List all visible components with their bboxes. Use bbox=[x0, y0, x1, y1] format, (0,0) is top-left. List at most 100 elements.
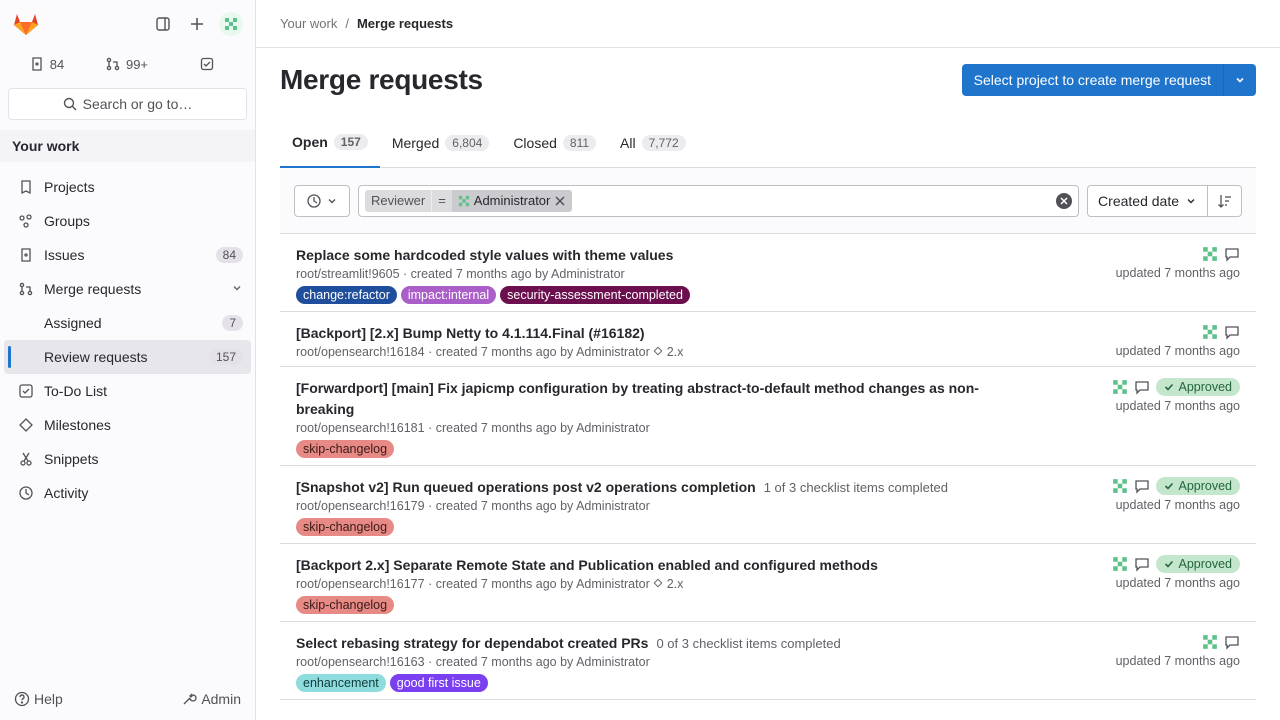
sidebar-item-projects[interactable]: Projects bbox=[4, 170, 251, 204]
recent-searches-button[interactable] bbox=[294, 184, 350, 217]
project-icon bbox=[21, 180, 31, 195]
reviewer-avatar-icon[interactable] bbox=[1112, 556, 1128, 572]
sidebar-item-activity[interactable]: Activity bbox=[4, 476, 251, 510]
updated-time: updated 7 months ago bbox=[1115, 498, 1240, 512]
label-badge[interactable]: security-assessment-completed bbox=[500, 286, 690, 304]
label-badge[interactable]: skip-changelog bbox=[296, 596, 395, 614]
merge-request-author[interactable]: Administrator bbox=[576, 655, 650, 669]
help-button[interactable]: Help bbox=[8, 686, 69, 712]
clear-icon bbox=[1060, 196, 1068, 205]
sidebar-item-review-requests[interactable]: Review requests 157 bbox=[4, 340, 251, 374]
section-title-your-work: Your work bbox=[0, 130, 255, 162]
filter-search-input[interactable]: Reviewer = Administrator bbox=[358, 184, 1080, 217]
sidebar-item-label: Merge requests bbox=[44, 281, 142, 297]
merge-request-ref: root/opensearch!16163 bbox=[296, 655, 425, 669]
admin-button[interactable]: Admin bbox=[175, 686, 247, 712]
merge-request-milestone[interactable]: 2.x bbox=[667, 577, 684, 591]
collapse-sidebar-button[interactable] bbox=[147, 8, 179, 40]
reviewer-avatar-icon[interactable] bbox=[1202, 634, 1218, 650]
sidebar-item-milestones[interactable]: Milestones bbox=[4, 408, 251, 442]
merge-request-title[interactable]: [Backport 2.x] Separate Remote State and… bbox=[296, 555, 878, 576]
chevron-down-icon bbox=[1187, 198, 1195, 203]
merge-request-title[interactable]: Replace some hardcoded style values with… bbox=[296, 245, 673, 266]
milestone-icon bbox=[653, 578, 663, 588]
gitlab-logo[interactable] bbox=[10, 8, 42, 40]
cta-toggle-button[interactable] bbox=[1224, 64, 1256, 96]
merge-request-row: [Snapshot v2] Run queued operations post… bbox=[280, 466, 1256, 544]
merge-requests-count-button[interactable]: 99+ bbox=[88, 49, 166, 79]
breadcrumb-separator: / bbox=[345, 16, 349, 31]
merge-request-created: · created 7 months ago by bbox=[403, 267, 549, 281]
merge-request-title[interactable]: [Forwardport] [main] Fix japicmp configu… bbox=[296, 378, 1036, 420]
sort-dropdown[interactable]: Created date bbox=[1087, 184, 1208, 217]
select-project-button[interactable]: Select project to create merge request bbox=[961, 64, 1224, 96]
comments-icon[interactable] bbox=[1134, 556, 1150, 572]
merge-request-author[interactable]: Administrator bbox=[576, 499, 650, 513]
comments-icon[interactable] bbox=[1134, 379, 1150, 395]
sidebar-item-issues[interactable]: Issues 84 bbox=[4, 238, 251, 272]
sidebar-item-label: Review requests bbox=[44, 349, 148, 365]
sidebar-item-label: To-Do List bbox=[44, 383, 108, 399]
breadcrumb-current[interactable]: Merge requests bbox=[357, 16, 453, 31]
tab-all[interactable]: All 7,772 bbox=[608, 118, 698, 168]
tab-open[interactable]: Open 157 bbox=[280, 118, 380, 168]
sidebar-item-label: Activity bbox=[44, 485, 89, 501]
check-icon bbox=[1165, 482, 1174, 490]
merge-request-ref: root/opensearch!16177 bbox=[296, 577, 425, 591]
label-badge[interactable]: good first issue bbox=[389, 674, 488, 692]
label-badge[interactable]: skip-changelog bbox=[296, 440, 395, 458]
merge-request-title[interactable]: [Backport] [2.x] Bump Netty to 4.1.114.F… bbox=[296, 323, 645, 344]
comments-icon[interactable] bbox=[1224, 324, 1240, 340]
merge-request-ref: root/opensearch!16179 bbox=[296, 499, 425, 513]
tab-count: 811 bbox=[562, 135, 597, 151]
merge-request-author[interactable]: Administrator bbox=[576, 345, 650, 359]
label-list: skip-changelog bbox=[296, 596, 1240, 614]
todos-button[interactable] bbox=[168, 49, 246, 79]
sidebar-item-label: Groups bbox=[44, 213, 90, 229]
approved-label: Approved bbox=[1178, 380, 1232, 394]
label-badge[interactable]: change:refactor bbox=[296, 286, 397, 304]
reviewer-avatar-icon[interactable] bbox=[1202, 246, 1218, 262]
updated-time: updated 7 months ago bbox=[1115, 399, 1240, 413]
merge-request-milestone[interactable]: 2.x bbox=[667, 345, 684, 359]
sidebar-item-todo-list[interactable]: To-Do List bbox=[4, 374, 251, 408]
merge-request-title[interactable]: [Snapshot v2] Run queued operations post… bbox=[296, 477, 756, 498]
sort-direction-button[interactable] bbox=[1208, 184, 1242, 217]
reviewer-avatar-icon[interactable] bbox=[1202, 324, 1218, 340]
tab-label: All bbox=[620, 135, 636, 151]
sidebar-item-snippets[interactable]: Snippets bbox=[4, 442, 251, 476]
comments-icon[interactable] bbox=[1224, 246, 1240, 262]
tab-merged[interactable]: Merged 6,804 bbox=[380, 118, 502, 168]
sidebar-item-merge-requests[interactable]: Merge requests bbox=[4, 272, 251, 306]
merge-request-author[interactable]: Administrator bbox=[551, 267, 625, 281]
label-badge[interactable]: enhancement bbox=[296, 674, 386, 692]
comments-icon[interactable] bbox=[1224, 634, 1240, 650]
clear-filter-button[interactable] bbox=[1056, 192, 1073, 209]
merge-request-created: · created 7 months ago by bbox=[428, 345, 574, 359]
create-new-button[interactable] bbox=[181, 8, 213, 40]
token-value: Administrator bbox=[451, 189, 573, 212]
merge-request-title[interactable]: Select rebasing strategy for dependabot … bbox=[296, 633, 648, 654]
search-button[interactable]: Search or go to… bbox=[8, 88, 247, 120]
assigned-issues-button[interactable]: 84 bbox=[8, 49, 86, 79]
plus-icon bbox=[191, 18, 203, 30]
reviewer-avatar-icon[interactable] bbox=[1112, 478, 1128, 494]
snippet-icon bbox=[20, 452, 32, 466]
merge-request-meta: root/opensearch!16181 · created 7 months… bbox=[296, 421, 1240, 435]
sidebar-item-assigned[interactable]: Assigned 7 bbox=[4, 306, 251, 340]
reviewer-avatar-icon[interactable] bbox=[1112, 379, 1128, 395]
label-badge[interactable]: skip-changelog bbox=[296, 518, 395, 536]
merge-request-author[interactable]: Administrator bbox=[576, 577, 650, 591]
sidebar-item-label: Projects bbox=[44, 179, 95, 195]
label-badge[interactable]: impact:internal bbox=[400, 286, 497, 304]
tab-closed[interactable]: Closed 811 bbox=[501, 118, 608, 168]
comments-icon[interactable] bbox=[1134, 478, 1150, 494]
sidebar-item-groups[interactable]: Groups bbox=[4, 204, 251, 238]
user-menu-button[interactable] bbox=[215, 8, 247, 40]
close-icon[interactable] bbox=[554, 195, 566, 207]
history-icon bbox=[307, 193, 321, 208]
filter-token-reviewer[interactable]: Reviewer = Administrator bbox=[365, 189, 573, 212]
milestone-icon bbox=[19, 418, 33, 432]
merge-request-author[interactable]: Administrator bbox=[576, 421, 650, 435]
breadcrumb-parent[interactable]: Your work bbox=[280, 16, 337, 31]
